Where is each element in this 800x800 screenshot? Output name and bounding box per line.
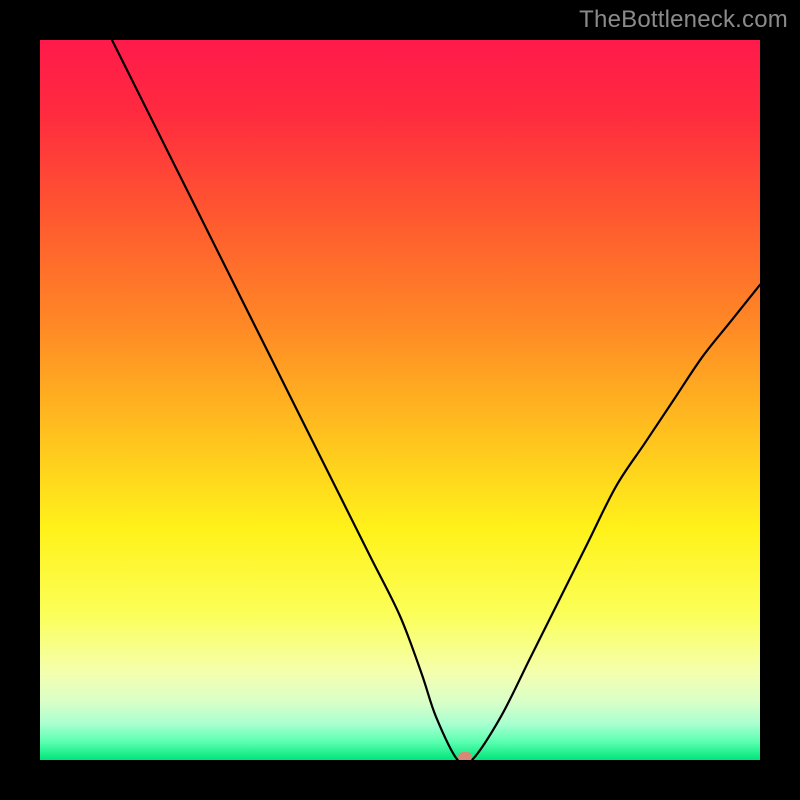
watermark-text: TheBottleneck.com — [579, 6, 788, 34]
plot-area — [40, 40, 760, 760]
bottleneck-curve — [40, 40, 760, 760]
chart-frame: TheBottleneck.com — [0, 0, 800, 800]
optimal-marker — [458, 752, 472, 760]
